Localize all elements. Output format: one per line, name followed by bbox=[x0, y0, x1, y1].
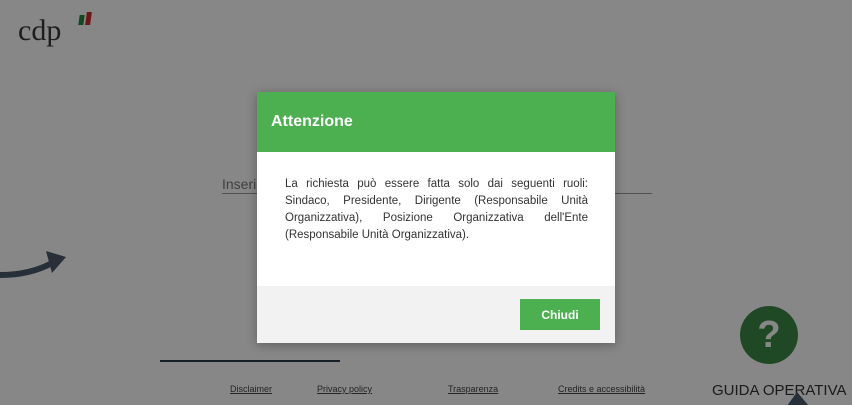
dialog-message: La richiesta può essere fatta solo dai s… bbox=[285, 178, 588, 241]
dialog-header: Attenzione bbox=[257, 92, 615, 152]
dialog-title: Attenzione bbox=[271, 113, 353, 130]
close-button[interactable]: Chiudi bbox=[520, 299, 600, 330]
alert-dialog: Attenzione La richiesta può essere fatta… bbox=[257, 92, 615, 343]
dialog-footer: Chiudi bbox=[257, 286, 615, 343]
